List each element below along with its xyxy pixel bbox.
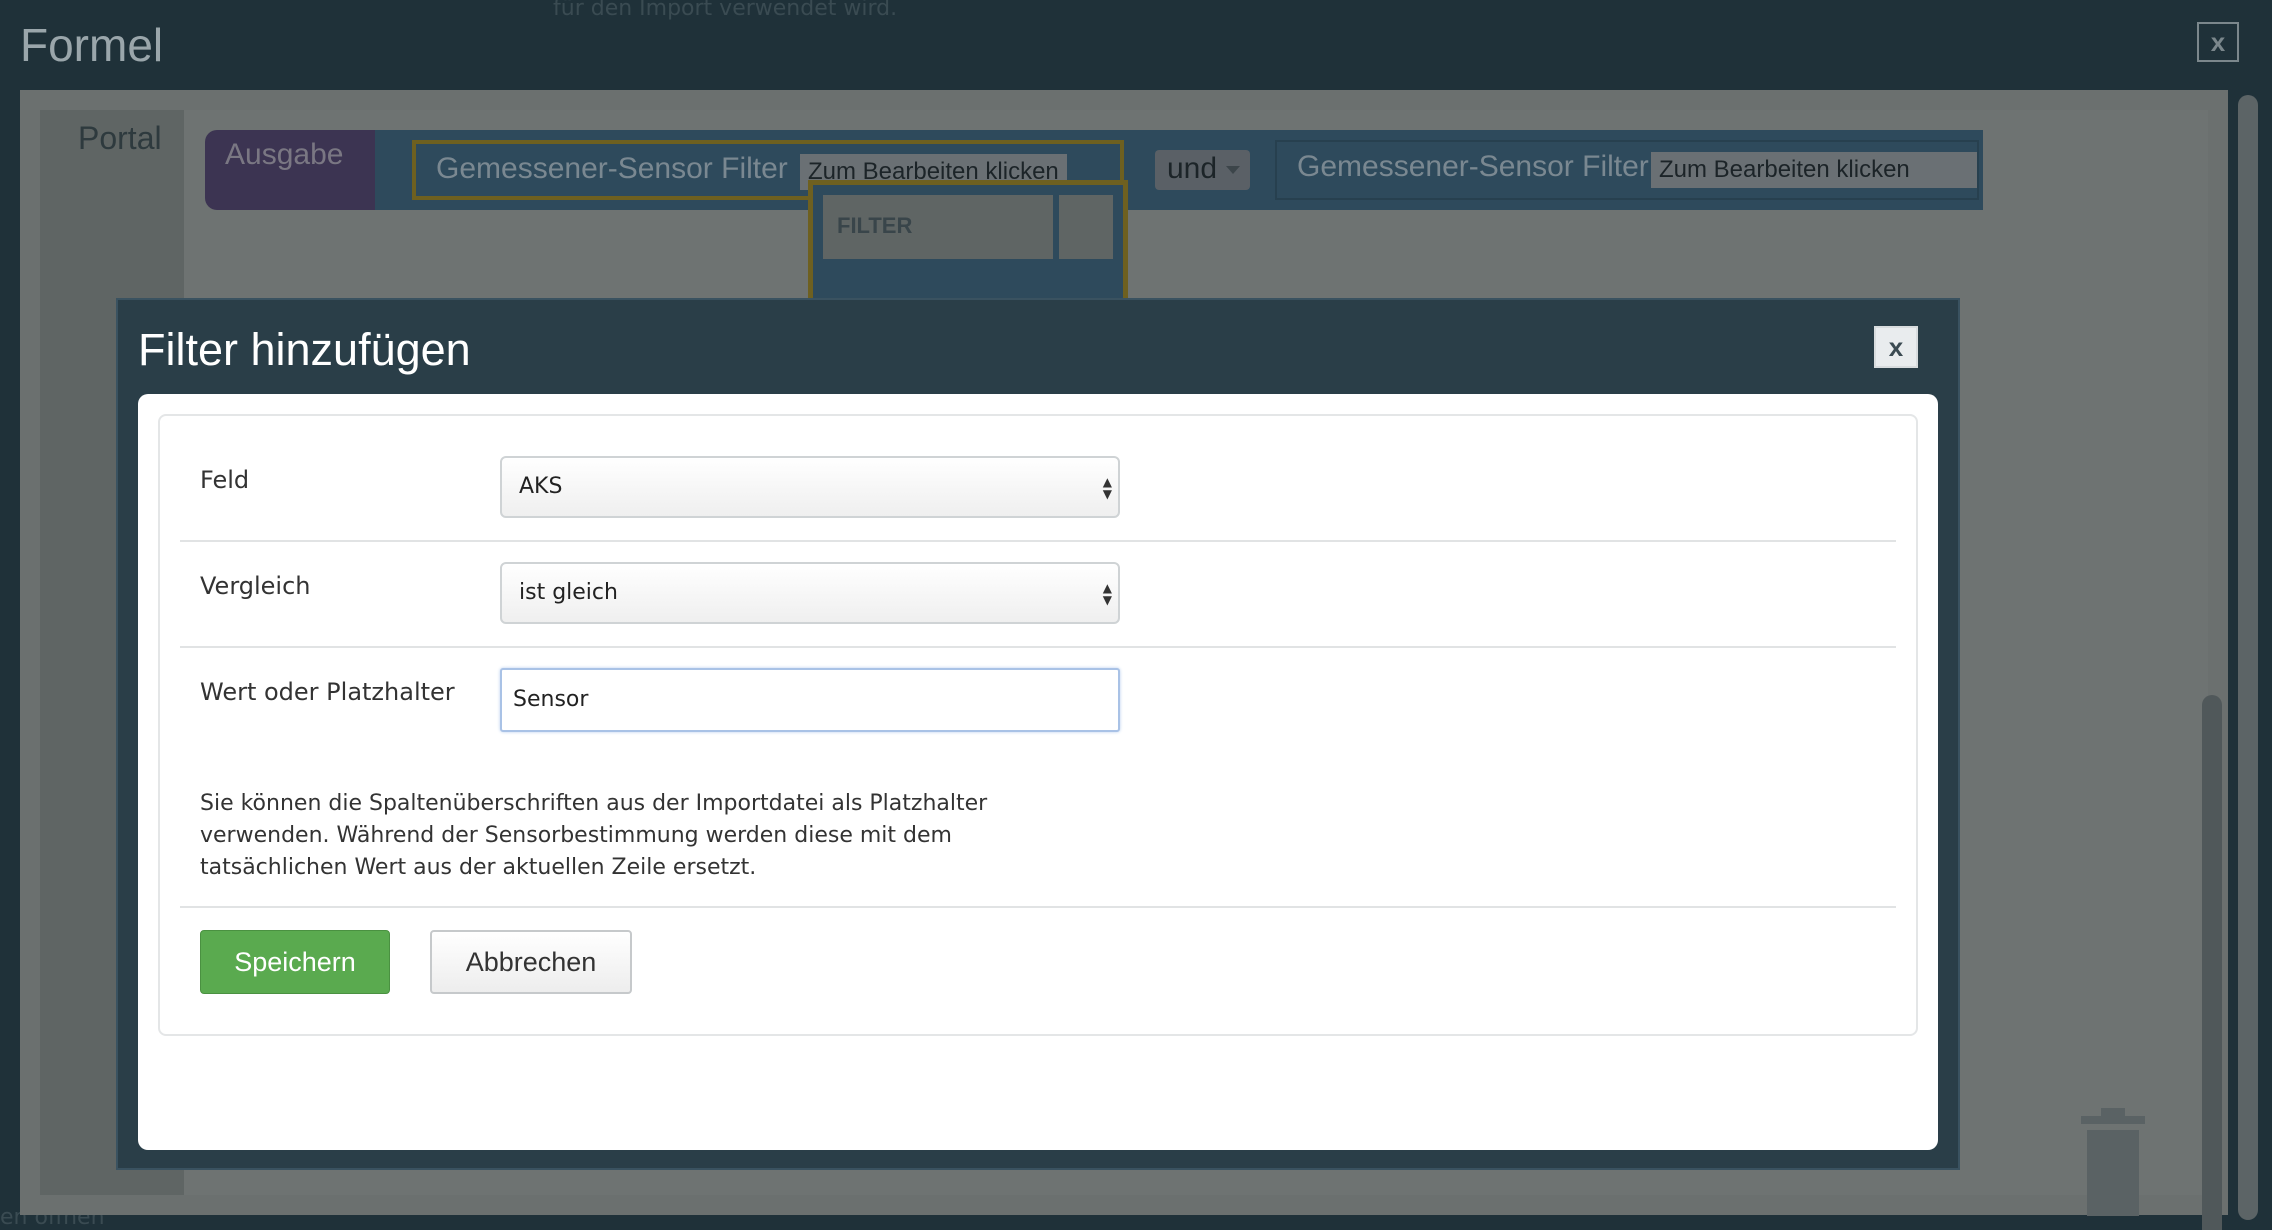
sensor-filter-label-1: Gemessener-Sensor Filter	[436, 152, 788, 185]
dialog-body: Feld AKS ▲ ▼ Vergleich ist gleich ▲ ▼ Wert…	[138, 394, 1938, 1150]
field-select[interactable]: AKS ▲ ▼	[500, 456, 1120, 518]
select-arrows-icon: ▲ ▼	[1102, 475, 1112, 501]
add-filter-dialog: Filter hinzufügen x Feld AKS ▲ ▼ Vergleic…	[116, 298, 1960, 1170]
comparison-select[interactable]: ist gleich ▲ ▼	[500, 562, 1120, 624]
comparison-label: Vergleich	[200, 572, 311, 600]
dialog-close-button[interactable]: x	[1874, 326, 1918, 368]
portal-label[interactable]: Portal	[78, 120, 162, 157]
filter-header: FILTER	[823, 195, 1053, 259]
edit-field-2[interactable]: Zum Bearbeiten klicken	[1651, 152, 1977, 188]
formel-title: Formel	[20, 19, 164, 71]
cancel-button[interactable]: Abbrechen	[430, 930, 632, 994]
operator-label: und	[1167, 152, 1218, 185]
background-text: für den Import verwendet wird.	[553, 0, 898, 21]
help-text: Sie können die Spaltenüberschriften aus …	[200, 791, 988, 880]
formel-scrollbar[interactable]	[2238, 95, 2258, 1220]
divider	[180, 646, 1896, 648]
filter-header-side	[1059, 195, 1113, 259]
field-select-value: AKS	[519, 474, 563, 499]
save-button[interactable]: Speichern	[200, 930, 390, 994]
formel-close-button[interactable]: x	[2197, 22, 2239, 62]
divider	[180, 906, 1896, 908]
field-label: Feld	[200, 466, 250, 494]
filter-form: Feld AKS ▲ ▼ Vergleich ist gleich ▲ ▼ Wert…	[158, 414, 1918, 1036]
comparison-select-value: ist gleich	[519, 580, 618, 605]
output-block-label: Ausgabe	[225, 138, 344, 171]
select-arrows-icon: ▲ ▼	[1102, 581, 1112, 607]
divider	[180, 540, 1896, 542]
dialog-title: Filter hinzufügen	[138, 324, 471, 375]
value-label: Wert oder Platzhalter	[200, 678, 455, 706]
workspace-vertical-scrollbar[interactable]	[2202, 695, 2222, 1230]
operator-dropdown[interactable]: und	[1155, 150, 1250, 190]
sensor-filter-block-2[interactable]: Gemessener-Sensor Filter Zum Bearbeiten …	[1275, 140, 1979, 200]
chevron-down-icon	[1226, 166, 1240, 174]
sensor-filter-label-2: Gemessener-Sensor Filter	[1297, 150, 1649, 183]
value-input[interactable]: Sensor	[500, 668, 1120, 732]
output-block[interactable]: Ausgabe	[205, 130, 375, 210]
filter-header-label: FILTER	[837, 213, 913, 238]
trash-icon[interactable]	[2075, 1108, 2151, 1218]
